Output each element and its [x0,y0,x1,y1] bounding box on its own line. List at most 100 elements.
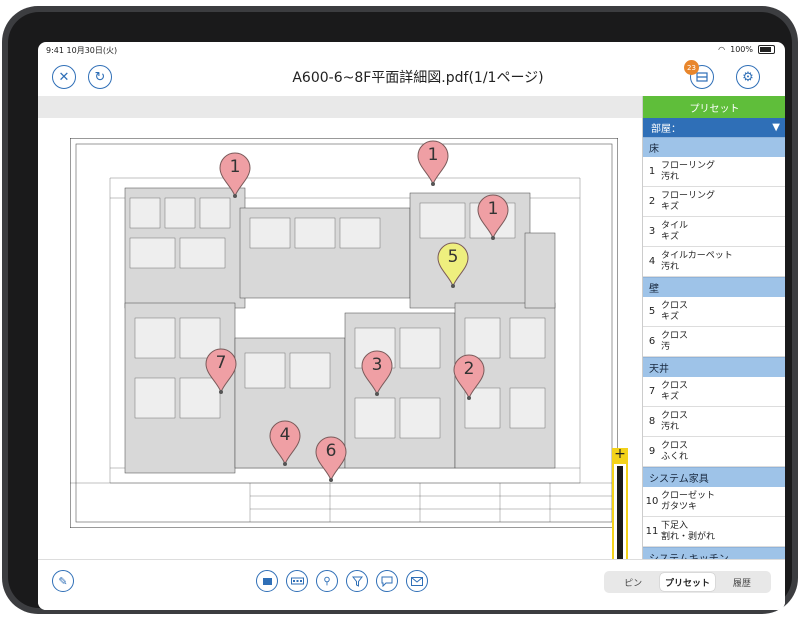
preset-item-line2: 割れ・剥がれ [661,531,716,542]
map-pin-label: 1 [229,157,241,177]
preset-item-number: 4 [648,256,656,267]
map-pin[interactable]: 3 [360,350,394,396]
preset-item-line1: クローゼット [661,490,716,501]
map-pin-label: 1 [487,199,499,219]
room-dropdown-label: 部屋： [651,124,681,135]
preset-category-header: 床 [643,137,785,157]
tab-preset[interactable]: プリセット [660,573,715,591]
film-button[interactable] [286,570,308,592]
map-pin[interactable]: 1 [416,140,450,186]
filter-button[interactable] [346,570,368,592]
film-strip-icon [290,577,304,585]
status-bar: 9:41 10月30日(火) ◠ 100% [38,42,785,56]
preset-item-number: 9 [648,446,656,457]
battery-icon [758,45,775,54]
preset-item[interactable]: 10 クローゼット ガタツキ [643,487,785,517]
notification-badge: 23 [684,60,699,75]
preset-item-line2: 汚れ [661,171,680,182]
preset-item-line1: タイルカーペット [661,250,733,261]
app-screen: 9:41 10月30日(火) ◠ 100% ✕ ↻ A600-6~8F平面詳細図… [38,42,785,610]
preset-item[interactable]: 11 下足入 割れ・剥がれ [643,517,785,547]
preset-item-number: 7 [648,386,656,397]
preset-item-number: 2 [648,196,656,207]
preset-item-line1: タイル [661,220,689,231]
tablet-frame: 9:41 10月30日(火) ◠ 100% ✕ ↻ A600-6~8F平面詳細図… [2,6,798,614]
preset-item-line1: クロス [661,380,689,391]
map-pin[interactable]: 4 [268,420,302,466]
preset-item-line2: ふくれ [661,451,689,462]
preset-item[interactable]: 8 クロス 汚れ [643,407,785,437]
preset-item-number: 1 [648,166,656,177]
map-pin-label: 3 [371,355,383,375]
tab-pin[interactable]: ピン [606,573,660,591]
map-pin[interactable]: 7 [204,348,238,394]
preset-item-line2: キズ [661,311,680,322]
refresh-button[interactable]: ↻ [88,65,112,89]
tray-icon [696,72,708,82]
zoom-handle[interactable] [617,466,623,566]
map-pin[interactable]: 6 [314,436,348,482]
bottom-toolbar: ✎ ⚲ ピン プリセット 履歴 [38,559,785,610]
preset-item[interactable]: 5 クロス キズ [643,297,785,327]
preset-item-line2: キズ [661,231,680,242]
map-pin-label: 7 [215,353,227,373]
preset-item-number: 11 [645,526,659,537]
preset-item[interactable]: 7 クロス キズ [643,377,785,407]
gear-icon: ⚙ [742,69,754,85]
status-time: 9:41 10月30日(火) [46,46,118,55]
preset-item-text: クロス汚 [661,331,688,353]
close-button[interactable]: ✕ [52,65,76,89]
filter-icon [351,576,363,587]
pen-button[interactable]: ✎ [52,570,74,592]
view-segmented-control: ピン プリセット 履歴 [604,571,771,593]
preset-item[interactable]: 6 クロス汚 [643,327,785,357]
preset-category-header: 天井 [643,357,785,377]
monitor-icon [262,577,272,585]
preset-item-number: 3 [648,226,656,237]
map-pin-label: 6 [325,441,337,461]
preset-item[interactable]: 3 タイル キズ [643,217,785,247]
preset-item-text: クロス ふくれ [661,441,688,463]
zoom-track[interactable] [614,464,626,568]
preset-item-line2: 汚 [661,341,671,352]
screen-button[interactable] [256,570,278,592]
zoom-in-button[interactable]: + [612,447,628,462]
pin-button[interactable]: ⚲ [316,570,338,592]
map-pin-label: 1 [427,145,439,165]
preset-item-text: クロス キズ [661,381,688,403]
tab-history[interactable]: 履歴 [715,573,769,591]
preset-item-number: 6 [648,336,656,347]
map-pin[interactable]: 1 [476,194,510,240]
preset-item-line1: フローリング [661,190,716,201]
preset-item-line2: キズ [661,201,680,212]
preset-item-text: 下足入 割れ・剥がれ [661,521,715,543]
preset-item[interactable]: 2 フローリング キズ [643,187,785,217]
preset-item-text: クロス キズ [661,301,688,323]
room-dropdown[interactable]: 部屋： ▼ [643,118,785,137]
preset-item[interactable]: 1 フローリング 汚れ [643,157,785,187]
preset-item-text: タイルカーペット 汚れ [661,251,733,273]
preset-category-header: 壁 [643,277,785,297]
map-pin[interactable]: 1 [218,152,252,198]
preset-item-line2: 汚れ [661,421,680,432]
preset-item-line1: フローリング [661,160,716,171]
close-icon: ✕ [58,69,70,85]
preset-item-number: 10 [645,496,659,507]
map-pin[interactable]: 2 [452,354,486,400]
preset-item-line1: クロス [661,410,689,421]
preset-item-line1: 下足入 [661,520,689,531]
tablet-bezel: 9:41 10月30日(火) ◠ 100% ✕ ↻ A600-6~8F平面詳細図… [8,12,792,610]
pin-drop-icon: ⚲ [323,575,331,587]
map-pin-label: 5 [447,247,459,267]
envelope-icon [411,576,423,586]
preset-item[interactable]: 4 タイルカーペット 汚れ [643,247,785,277]
map-pin[interactable]: 5 [436,242,470,288]
preset-item-line2: ガタツキ [661,501,698,512]
settings-button[interactable]: ⚙ [736,65,760,89]
preset-category-header: システムキッチン [643,547,785,559]
comment-button[interactable] [376,570,398,592]
status-right: ◠ 100% [718,45,775,54]
document-viewer[interactable]: 111573246 + − [38,118,642,586]
mail-button[interactable] [406,570,428,592]
preset-item[interactable]: 9 クロス ふくれ [643,437,785,467]
